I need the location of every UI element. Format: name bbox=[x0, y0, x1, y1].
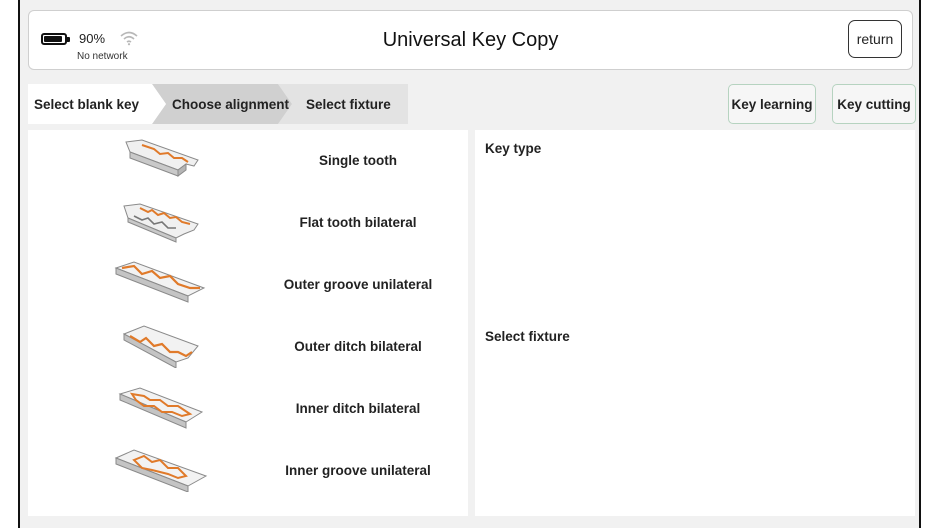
inner-groove-unilateral-key-icon bbox=[114, 449, 208, 492]
key-type-option[interactable]: Flat tooth bilateral bbox=[28, 192, 468, 252]
page-title: Universal Key Copy bbox=[382, 29, 559, 51]
key-type-option[interactable]: Outer ditch bilateral bbox=[28, 316, 468, 376]
key-type-label: Single tooth bbox=[319, 152, 397, 168]
key-type-list: Single tooth Flat tooth bilateral Outer … bbox=[28, 130, 468, 516]
key-type-option[interactable]: Outer groove unilateral bbox=[28, 254, 468, 314]
key-type-label: Inner ditch bilateral bbox=[295, 400, 421, 416]
key-type-label: Outer groove unilateral bbox=[283, 276, 433, 292]
step-select-fixture[interactable]: Select fixture bbox=[278, 84, 408, 124]
key-type-label: Flat tooth bilateral bbox=[299, 214, 417, 230]
key-learning-button[interactable]: Key learning bbox=[728, 84, 816, 124]
single-tooth-key-icon bbox=[125, 139, 199, 177]
outer-groove-unilateral-key-icon bbox=[114, 261, 206, 303]
step-breadcrumb: Select blank key Choose alignment Select… bbox=[28, 84, 408, 124]
flat-tooth-bilateral-key-icon bbox=[123, 203, 199, 243]
outer-ditch-bilateral-key-icon bbox=[122, 325, 199, 368]
step-choose-alignment[interactable]: Choose alignment bbox=[152, 84, 292, 124]
app-frame: 90% No network Universal Key Copy return… bbox=[18, 0, 921, 528]
key-type-label: Outer ditch bilateral bbox=[294, 338, 422, 354]
details-panel: Key type Select fixture bbox=[475, 130, 915, 516]
key-type-heading: Key type bbox=[485, 141, 542, 156]
header-bar: 90% No network Universal Key Copy return bbox=[28, 10, 913, 70]
network-status: No network bbox=[77, 51, 128, 62]
key-type-label: Inner groove unilateral bbox=[285, 462, 431, 478]
select-fixture-heading: Select fixture bbox=[485, 329, 570, 344]
key-type-option[interactable]: Inner ditch bilateral bbox=[28, 378, 468, 438]
step-select-blank-key[interactable]: Select blank key bbox=[28, 84, 166, 124]
return-button[interactable]: return bbox=[848, 20, 902, 58]
key-type-option[interactable]: Single tooth bbox=[28, 130, 468, 190]
inner-ditch-bilateral-key-icon bbox=[118, 387, 204, 429]
key-cutting-button[interactable]: Key cutting bbox=[832, 84, 916, 124]
key-type-option[interactable]: Inner groove unilateral bbox=[28, 440, 468, 500]
